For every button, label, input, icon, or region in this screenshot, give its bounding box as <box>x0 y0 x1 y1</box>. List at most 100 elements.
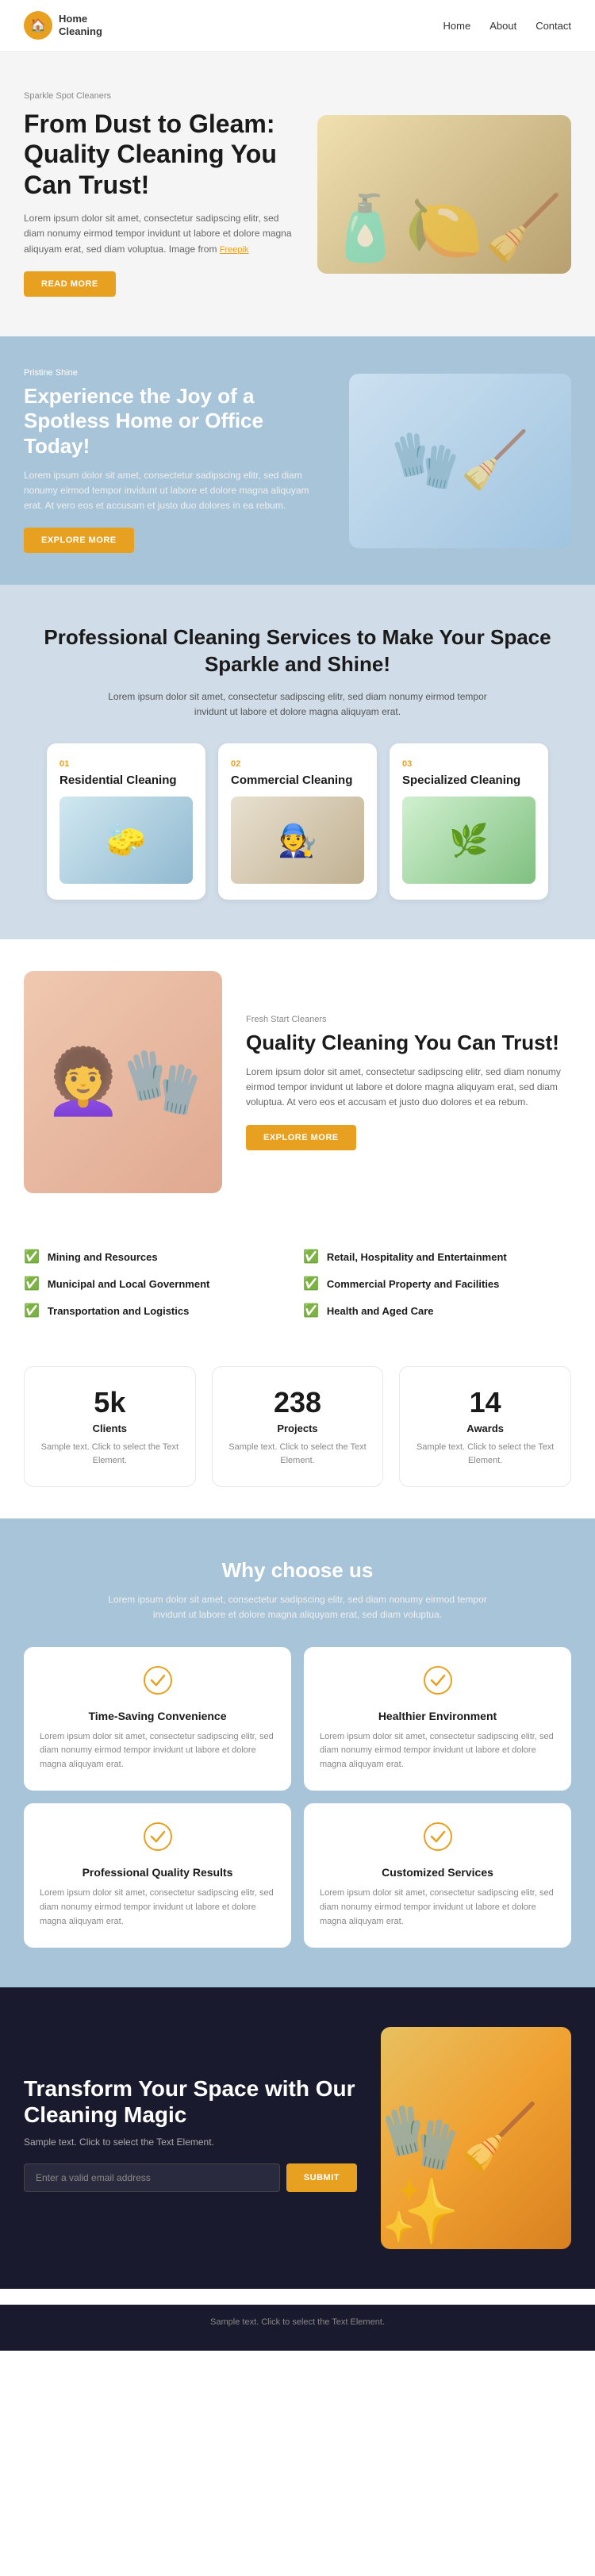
service-card-commercial[interactable]: 02 Commercial Cleaning 🧑‍🔧 <box>218 743 377 900</box>
why-card-desc-3: Lorem ipsum dolor sit amet, consectetur … <box>320 1887 555 1929</box>
services-grid: 01 Residential Cleaning 🧽 02 Commercial … <box>24 743 571 900</box>
why-grid: Time-Saving Convenience Lorem ipsum dolo… <box>24 1647 571 1948</box>
check-icon-2: ✅ <box>24 1276 40 1292</box>
logo: 🏠 Home Cleaning <box>24 11 102 40</box>
stat-label-awards: Awards <box>413 1422 558 1434</box>
spotless-image: 🧤🧹 <box>349 374 571 548</box>
footer-note: Sample text. Click to select the Text El… <box>210 2317 385 2327</box>
why-card-title-0: Time-Saving Convenience <box>40 1710 275 1722</box>
stat-desc-awards[interactable]: Sample text. Click to select the Text El… <box>413 1441 558 1467</box>
tag-item-4: ✅ Transportation and Logistics <box>24 1303 292 1319</box>
why-section: Why choose us Lorem ipsum dolor sit amet… <box>0 1518 595 1987</box>
spotless-description: Lorem ipsum dolor sit amet, consectetur … <box>24 468 325 514</box>
nav-about[interactable]: About <box>489 20 516 32</box>
footer-form: SUBMIT <box>24 2163 357 2192</box>
why-card-icon-3 <box>320 1822 555 1856</box>
spotless-section: Pristine Shine Experience the Joy of a S… <box>0 336 595 585</box>
stats-grid: 5k Clients Sample text. Click to select … <box>24 1366 571 1487</box>
logo-text: Home Cleaning <box>59 13 102 37</box>
hero-image-inner: 🧴🍋🧹 <box>317 115 571 274</box>
stat-card-awards: 14 Awards Sample text. Click to select t… <box>399 1366 571 1487</box>
why-card-title-1: Healthier Environment <box>320 1710 555 1722</box>
why-card-desc-1: Lorem ipsum dolor sit amet, consectetur … <box>320 1730 555 1772</box>
trust-section: 👩‍🦱🧤 Fresh Start Cleaners Quality Cleani… <box>0 939 595 1225</box>
tag-item-0: ✅ Mining and Resources <box>24 1249 292 1265</box>
hero-section: Sparkle Spot Cleaners From Dust to Gleam… <box>0 52 595 336</box>
service-num-3: 03 <box>402 759 536 769</box>
stat-num-awards: 14 <box>413 1386 558 1419</box>
tag-item-5: ✅ Health and Aged Care <box>303 1303 571 1319</box>
tag-label-5: Health and Aged Care <box>327 1305 434 1317</box>
why-card-title-2: Professional Quality Results <box>40 1866 275 1879</box>
stat-desc-projects[interactable]: Sample text. Click to select the Text El… <box>225 1441 370 1467</box>
services-description: Lorem ipsum dolor sit amet, consectetur … <box>99 689 496 720</box>
stat-desc-clients[interactable]: Sample text. Click to select the Text El… <box>37 1441 182 1467</box>
trust-explore-button[interactable]: EXPLORE MORE <box>246 1125 356 1150</box>
why-card-desc-0: Lorem ipsum dolor sit amet, consectetur … <box>40 1730 275 1772</box>
nav-contact[interactable]: Contact <box>536 20 571 32</box>
tags-section: ✅ Mining and Resources ✅ Retail, Hospita… <box>0 1225 595 1342</box>
nav-home[interactable]: Home <box>443 20 471 32</box>
why-card-icon-0 <box>40 1666 275 1700</box>
trust-title: Quality Cleaning You Can Trust! <box>246 1031 571 1055</box>
spotless-subtitle: Pristine Shine <box>24 368 325 378</box>
footer-cta-subtitle: Sample text. Click to select the Text El… <box>24 2136 357 2148</box>
hero-link[interactable]: Freepik <box>220 245 249 255</box>
footer-cta-image: 🧤🧹✨ <box>381 2027 571 2249</box>
check-icon-3: ✅ <box>303 1276 319 1292</box>
check-icon-4: ✅ <box>24 1303 40 1319</box>
trust-image: 👩‍🦱🧤 <box>24 971 222 1193</box>
stat-card-projects: 238 Projects Sample text. Click to selec… <box>212 1366 384 1487</box>
why-card-icon-2 <box>40 1822 275 1856</box>
stat-card-clients: 5k Clients Sample text. Click to select … <box>24 1366 196 1487</box>
service-card-residential[interactable]: 01 Residential Cleaning 🧽 <box>47 743 205 900</box>
footer-cta-section: Transform Your Space with Our Cleaning M… <box>0 1987 595 2289</box>
services-section: Professional Cleaning Services to Make Y… <box>0 585 595 939</box>
tag-label-3: Commercial Property and Facilities <box>327 1278 499 1290</box>
logo-icon: 🏠 <box>24 11 52 40</box>
tags-grid: ✅ Mining and Resources ✅ Retail, Hospita… <box>24 1249 571 1319</box>
why-card-3: Customized Services Lorem ipsum dolor si… <box>304 1803 571 1948</box>
service-name-3: Specialized Cleaning <box>402 774 536 787</box>
spotless-title: Experience the Joy of a Spotless Home or… <box>24 384 325 459</box>
hero-read-more-button[interactable]: READ MORE <box>24 271 116 297</box>
stat-num-projects: 238 <box>225 1386 370 1419</box>
tag-label-1: Retail, Hospitality and Entertainment <box>327 1251 507 1263</box>
spotless-text: Pristine Shine Experience the Joy of a S… <box>24 368 325 553</box>
service-name-1: Residential Cleaning <box>60 774 193 787</box>
why-description: Lorem ipsum dolor sit amet, consectetur … <box>99 1592 496 1622</box>
hero-description: Lorem ipsum dolor sit amet, consectetur … <box>24 211 301 257</box>
spotless-explore-button[interactable]: EXPLORE MORE <box>24 528 134 553</box>
trust-description: Lorem ipsum dolor sit amet, consectetur … <box>246 1065 571 1111</box>
why-card-1: Healthier Environment Lorem ipsum dolor … <box>304 1647 571 1791</box>
hero-text: Sparkle Spot Cleaners From Dust to Gleam… <box>24 91 301 297</box>
service-image-residential: 🧽 <box>60 797 193 884</box>
why-card-desc-2: Lorem ipsum dolor sit amet, consectetur … <box>40 1887 275 1929</box>
hero-image: 🧴🍋🧹 <box>317 115 571 274</box>
service-card-specialized[interactable]: 03 Specialized Cleaning 🌿 <box>390 743 548 900</box>
email-input[interactable] <box>24 2163 280 2192</box>
service-num-1: 01 <box>60 759 193 769</box>
why-card-title-3: Customized Services <box>320 1866 555 1879</box>
why-card-0: Time-Saving Convenience Lorem ipsum dolo… <box>24 1647 291 1791</box>
stats-section: 5k Clients Sample text. Click to select … <box>0 1342 595 1518</box>
tag-label-0: Mining and Resources <box>48 1251 158 1263</box>
trust-subtitle: Fresh Start Cleaners <box>246 1015 571 1024</box>
tag-item-1: ✅ Retail, Hospitality and Entertainment <box>303 1249 571 1265</box>
footer-cta-title: Transform Your Space with Our Cleaning M… <box>24 2075 357 2129</box>
why-title: Why choose us <box>24 1558 571 1583</box>
stat-label-projects: Projects <box>225 1422 370 1434</box>
check-icon-5: ✅ <box>303 1303 319 1319</box>
trust-text: Fresh Start Cleaners Quality Cleaning Yo… <box>246 1015 571 1150</box>
service-num-2: 02 <box>231 759 364 769</box>
navigation: 🏠 Home Cleaning Home About Contact <box>0 0 595 52</box>
tag-item-3: ✅ Commercial Property and Facilities <box>303 1276 571 1292</box>
tag-label-2: Municipal and Local Government <box>48 1278 209 1290</box>
hero-title: From Dust to Gleam: Quality Cleaning You… <box>24 109 301 200</box>
service-image-specialized: 🌿 <box>402 797 536 884</box>
tag-label-4: Transportation and Logistics <box>48 1305 189 1317</box>
submit-button[interactable]: SUBMIT <box>286 2163 357 2192</box>
hero-subtitle: Sparkle Spot Cleaners <box>24 91 301 101</box>
why-card-2: Professional Quality Results Lorem ipsum… <box>24 1803 291 1948</box>
check-icon-0: ✅ <box>24 1249 40 1265</box>
